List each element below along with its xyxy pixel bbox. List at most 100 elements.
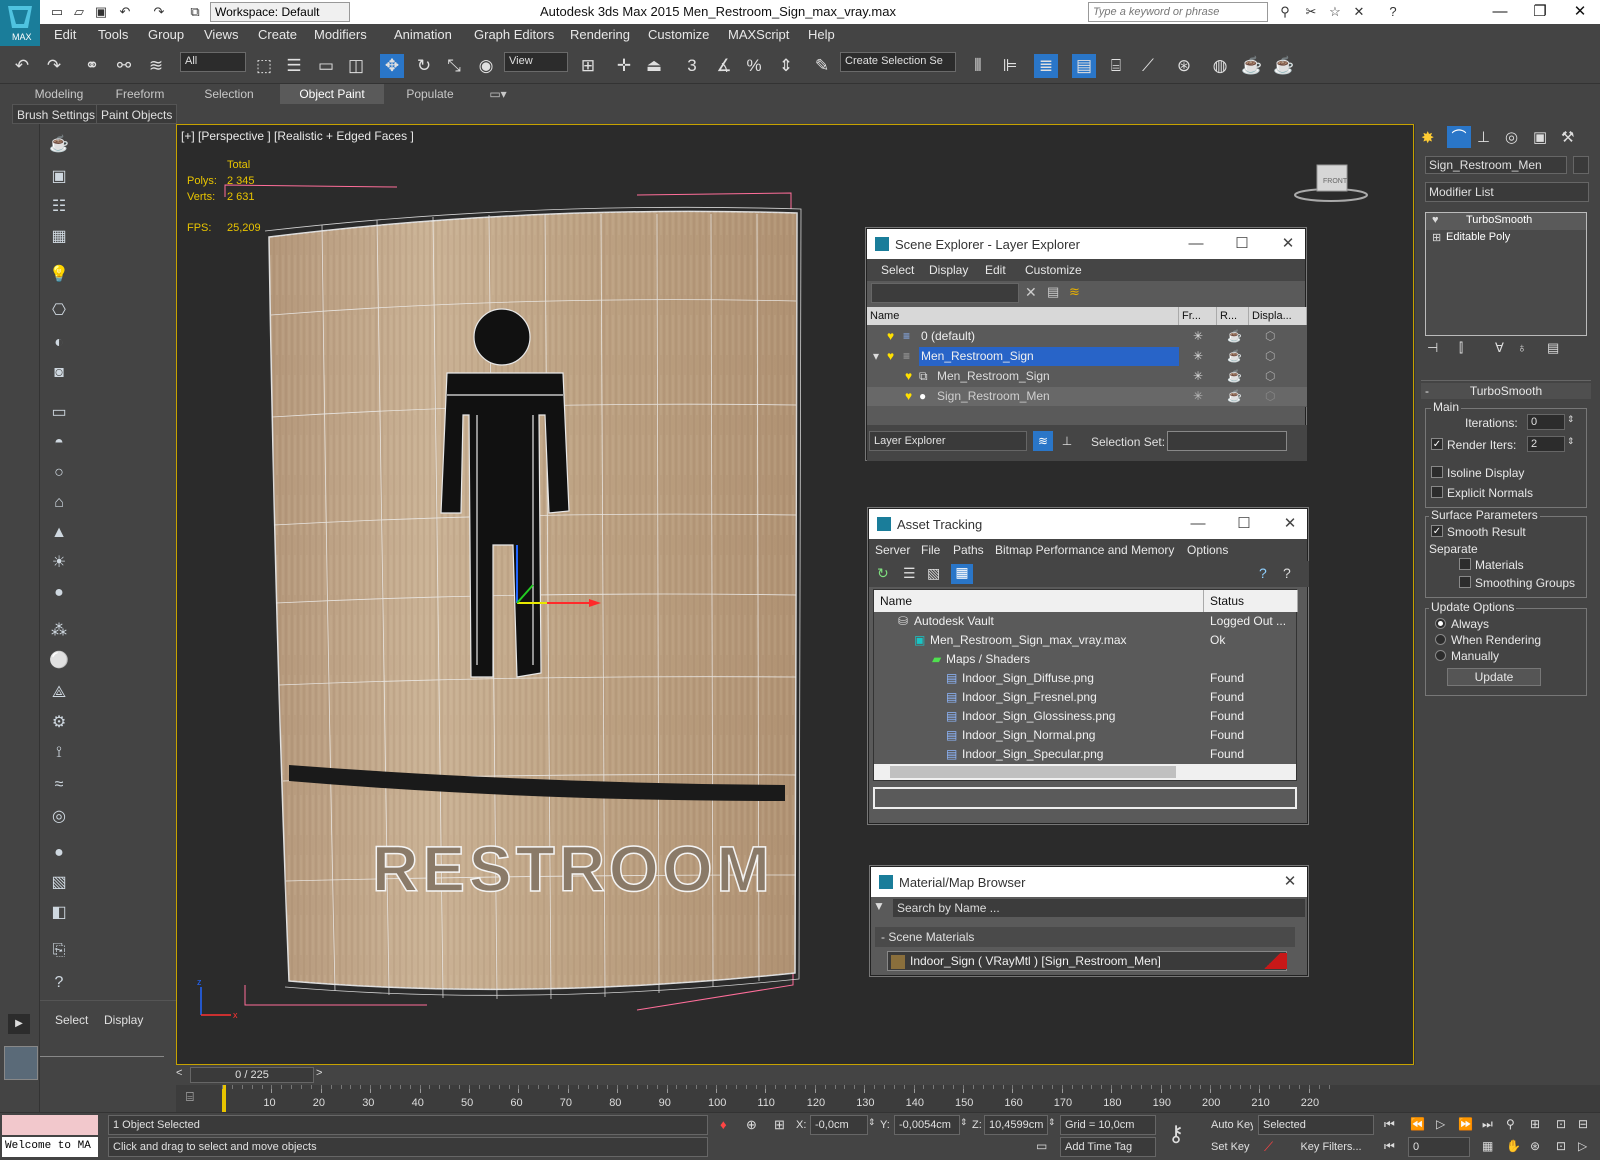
- clear-search-icon[interactable]: ✕: [1025, 284, 1041, 302]
- pyramid-icon[interactable]: ⟁: [48, 682, 70, 704]
- display-tab-icon[interactable]: ▣: [1533, 128, 1553, 148]
- explorer-mode-dropdown[interactable]: Layer Explorer: [869, 431, 1027, 451]
- absolute-mode-icon[interactable]: ⊞: [774, 1117, 785, 1133]
- orbit-icon[interactable]: ⊛: [1530, 1139, 1540, 1153]
- isolate-selection-icon[interactable]: ♦: [720, 1117, 727, 1132]
- light-bulb-icon[interactable]: ♥: [1432, 214, 1439, 226]
- select-manipulate-icon[interactable]: ✛: [612, 54, 636, 78]
- hierarchy-tab-icon[interactable]: ⊥: [1477, 128, 1497, 148]
- teapot-icon[interactable]: ☕: [48, 134, 70, 156]
- se-menu-select[interactable]: Select: [881, 263, 914, 277]
- sphere-icon[interactable]: ○: [48, 462, 70, 484]
- turbosmooth-rollout-header[interactable]: TurboSmooth: [1421, 383, 1591, 399]
- at-row-maps[interactable]: ▰ Maps / Shaders: [874, 650, 1298, 669]
- expand-icon[interactable]: ⊞: [1432, 231, 1441, 244]
- viewcube[interactable]: FRONT: [1294, 164, 1368, 202]
- set-key-button[interactable]: Set Key: [1206, 1137, 1254, 1157]
- tab-populate[interactable]: Populate: [394, 84, 466, 104]
- menu-rendering[interactable]: Rendering: [570, 27, 630, 42]
- rectangular-selection-icon[interactable]: ▭: [314, 54, 338, 78]
- zoom-extents-icon[interactable]: ⊡: [1556, 1117, 1566, 1131]
- se-col-display[interactable]: Displa...: [1249, 307, 1307, 325]
- display-box-icon[interactable]: ⬡: [1265, 367, 1275, 386]
- se-col-render[interactable]: R...: [1217, 307, 1249, 325]
- help-icon[interactable]: ?: [1384, 3, 1402, 21]
- side-tab-select[interactable]: Select: [55, 1013, 88, 1027]
- collapse-arrow-icon[interactable]: ▾: [873, 347, 879, 366]
- tab-selection[interactable]: Selection: [190, 84, 268, 104]
- mini-curve-editor-icon[interactable]: ⌸: [186, 1089, 206, 1107]
- layer-mode-icon[interactable]: ≋: [1033, 431, 1053, 451]
- spinner-arrows-icon[interactable]: ⇕: [1567, 414, 1575, 425]
- tools-icon[interactable]: ✂: [1302, 3, 1320, 21]
- zoom-extents-all-icon[interactable]: ⊟: [1578, 1117, 1588, 1131]
- list-view-icon[interactable]: ☰: [903, 565, 916, 582]
- manually-radio[interactable]: [1435, 650, 1446, 661]
- prev-frame-icon[interactable]: <: [176, 1067, 190, 1083]
- current-frame-field[interactable]: 0: [1408, 1137, 1470, 1157]
- selection-set-dropdown[interactable]: [1167, 431, 1287, 451]
- window-crossing-icon[interactable]: ◫: [344, 54, 368, 78]
- select-object-icon[interactable]: ⬚: [252, 54, 276, 78]
- se-menu-display[interactable]: Display: [929, 263, 968, 277]
- at-menu-options[interactable]: Options: [1187, 543, 1228, 557]
- named-selection-set-input[interactable]: Create Selection Se: [840, 52, 956, 72]
- light-bulb-icon[interactable]: ♥: [905, 367, 912, 386]
- minimize-icon[interactable]: —: [1187, 513, 1209, 535]
- rollout-collapse-icon[interactable]: -: [1425, 384, 1429, 398]
- hair-fur-icon[interactable]: ≈: [48, 774, 70, 796]
- at-row-map[interactable]: ▤ Indoor_Sign_Diffuse.png Found: [874, 669, 1298, 688]
- select-rotate-icon[interactable]: ↻: [412, 54, 436, 78]
- modifier-list-dropdown[interactable]: Modifier List: [1425, 182, 1589, 202]
- gear-icon[interactable]: ⚙: [48, 712, 70, 734]
- menu-group[interactable]: Group: [148, 27, 184, 42]
- stack-item-turbosmooth[interactable]: ♥ TurboSmooth: [1426, 213, 1586, 230]
- render-icon[interactable]: ◙: [48, 362, 70, 384]
- materials-checkbox[interactable]: [1459, 558, 1471, 570]
- close-icon[interactable]: ✕: [1277, 233, 1299, 255]
- binoculars-icon[interactable]: ⚲: [1276, 3, 1294, 21]
- minimize-icon[interactable]: —: [1480, 0, 1520, 24]
- pivot-center-icon[interactable]: ⊞: [576, 54, 600, 78]
- side-tab-display[interactable]: Display: [104, 1013, 143, 1027]
- minimize-icon[interactable]: —: [1185, 233, 1207, 255]
- layers-icon[interactable]: ◧: [48, 902, 70, 924]
- utilities-tab-icon[interactable]: ⚒: [1561, 128, 1581, 148]
- maximize-icon[interactable]: ☐: [1233, 513, 1255, 535]
- refresh-icon[interactable]: ↻: [877, 565, 889, 582]
- app-logo[interactable]: MAX: [0, 0, 40, 46]
- spinner-arrows-icon[interactable]: ⇕: [960, 1117, 968, 1128]
- explicit-normals-checkbox[interactable]: [1431, 486, 1443, 498]
- close-icon[interactable]: ✕: [1279, 513, 1301, 535]
- help-icon[interactable]: ?: [48, 972, 70, 994]
- tab-modeling[interactable]: Modeling: [20, 84, 98, 104]
- render-teapot-icon[interactable]: ☕: [1227, 327, 1242, 346]
- iterations-spinner[interactable]: 0: [1527, 414, 1565, 430]
- light-bulb-icon[interactable]: ♥: [887, 327, 894, 346]
- render-teapot-icon[interactable]: ☕: [1227, 347, 1242, 366]
- grass-icon[interactable]: ⟟: [48, 742, 70, 764]
- filter-icon[interactable]: ▤: [1047, 284, 1063, 302]
- menu-help[interactable]: Help: [808, 27, 835, 42]
- vray-sphere-icon[interactable]: ●: [48, 842, 70, 864]
- se-col-name[interactable]: Name: [867, 307, 1179, 325]
- lock-selection-icon[interactable]: ⊕: [746, 1117, 757, 1133]
- horizontal-scrollbar[interactable]: [874, 764, 1296, 780]
- zoom-icon[interactable]: ⚲: [1506, 1117, 1515, 1131]
- viewport-label[interactable]: [+] [Perspective ] [Realistic + Edged Fa…: [181, 129, 414, 143]
- close-icon[interactable]: ✕: [1560, 0, 1600, 24]
- menu-graph-editors[interactable]: Graph Editors: [474, 27, 554, 42]
- tab-object-paint[interactable]: Object Paint: [280, 84, 384, 104]
- smooth-result-checkbox[interactable]: ✓: [1431, 525, 1443, 537]
- select-by-name-icon[interactable]: ☰: [282, 54, 306, 78]
- play-icon[interactable]: ▶: [8, 1014, 30, 1034]
- exchange-icon[interactable]: ✕: [1350, 3, 1368, 21]
- at-row-vault[interactable]: ⛁ Autodesk Vault Logged Out ...: [874, 612, 1298, 631]
- bind-spacewarp-icon[interactable]: ≋: [144, 54, 168, 78]
- light-bulb-icon[interactable]: ♥: [905, 387, 912, 406]
- schematic-view-icon[interactable]: ⊛: [1172, 54, 1196, 78]
- edit-named-selection-icon[interactable]: ✎: [810, 54, 834, 78]
- settings-help-icon[interactable]: ?: [1283, 565, 1291, 581]
- at-row-map[interactable]: ▤ Indoor_Sign_Glossiness.png Found: [874, 707, 1298, 726]
- at-row-map[interactable]: ▤ Indoor_Sign_Fresnel.png Found: [874, 688, 1298, 707]
